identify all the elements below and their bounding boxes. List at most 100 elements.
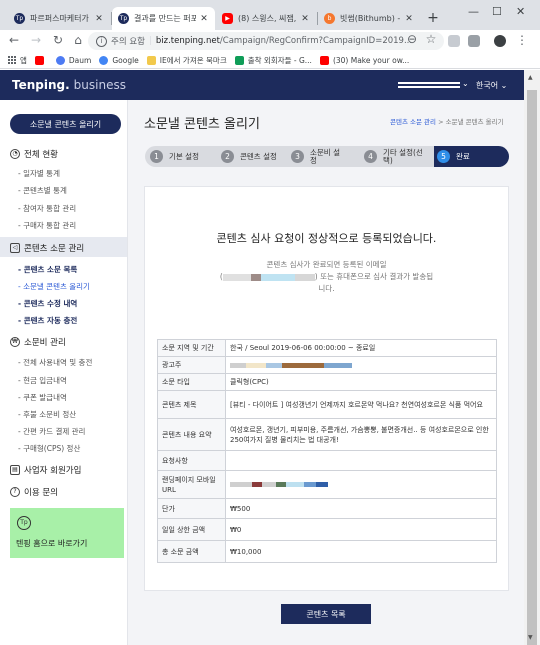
browser-menu-icon[interactable]: ⋮	[514, 33, 530, 47]
sidebar-section-inquiry[interactable]: ? 이용 문의	[10, 486, 58, 498]
sidebar-item[interactable]: - 후불 소문비 정산	[18, 409, 76, 420]
table-row: 총 소문 금액 ₩10,000	[157, 540, 497, 563]
profile-avatar-icon[interactable]	[494, 35, 506, 47]
new-tab-button[interactable]: +	[424, 9, 442, 27]
redacted-landing-url	[230, 482, 492, 488]
scroll-down-icon[interactable]: ▼	[528, 634, 533, 641]
bookmark-star-icon[interactable]: ☆	[423, 32, 439, 46]
back-icon[interactable]: ←	[6, 33, 22, 47]
breadcrumb-current: 소문낼 콘텐츠 올리기	[445, 118, 504, 126]
table-row: 단가 ₩500	[157, 498, 497, 519]
sidebar-item[interactable]: - 콘텐츠 소문 목록	[18, 264, 77, 275]
reload-icon[interactable]: ↻	[50, 33, 66, 47]
browser-tab[interactable]: b 빗썸(Bithumb) - 당 ✕	[318, 7, 420, 30]
content-list-button[interactable]: 콘텐츠 목록	[281, 604, 371, 624]
close-icon[interactable]: ✕	[94, 14, 104, 24]
browser-tab[interactable]: Tp 파르퍼스마케터가 ✕	[8, 7, 110, 30]
table-row: 일일 상한 금액 ₩0	[157, 518, 497, 541]
sidebar-section-business[interactable]: ▤ 사업자 회원가입	[10, 464, 81, 476]
close-icon[interactable]: ✕	[404, 14, 414, 24]
close-icon[interactable]: ✕	[199, 14, 209, 24]
home-icon[interactable]: ⌂	[70, 33, 86, 47]
sidebar-section-budget[interactable]: ₩ 소문비 관리	[10, 336, 66, 348]
section-label: 콘텐츠 소문 관리	[24, 244, 85, 254]
step-label: 기타 설정(선택)	[383, 147, 423, 165]
step-3: 3 소문비 설정	[291, 146, 361, 167]
sidebar-item[interactable]: - 간편 카드 결제 관리	[18, 426, 85, 437]
tenping-home-promo[interactable]: Tp 텐핑 홈으로 바로가기	[10, 508, 124, 558]
tenping-favicon-icon: Tp	[118, 13, 129, 24]
redacted-phone	[294, 273, 315, 281]
sidebar-item[interactable]: - 일자별 통계	[18, 168, 60, 179]
row-label: 랜딩페이지 모바일 URL	[157, 470, 226, 499]
bookmark-label: IE에서 가져온 북마크	[159, 55, 227, 65]
row-value-redacted	[225, 356, 497, 374]
forward-icon[interactable]: →	[28, 33, 44, 47]
sidebar-item[interactable]: - 쿠폰 발급내역	[18, 392, 67, 403]
sidebar-item[interactable]: - 구매형(CPS) 정산	[18, 443, 80, 454]
message-line: 니다.	[318, 284, 335, 293]
tab-title: 빗썸(Bithumb) - 당	[340, 14, 401, 23]
sidebar-item[interactable]: - 콘텐츠 수정 내역	[18, 298, 77, 309]
upload-content-button[interactable]: 소문낼 콘텐츠 올리기	[10, 114, 121, 134]
browser-toolbar: ← → ↻ ⌂ i 주의 요함 | biz.tenping.net /Campa…	[0, 30, 540, 52]
extension-shield-icon[interactable]	[448, 35, 460, 47]
sidebar-section-content[interactable]: ◁ 콘텐츠 소문 관리	[10, 242, 84, 254]
info-icon[interactable]: i	[96, 35, 107, 47]
sidebar-section-overview[interactable]: ◔ 전체 현황	[10, 148, 58, 160]
bookmark-apps[interactable]: 앱	[8, 55, 27, 66]
bithumb-favicon-icon: b	[324, 13, 335, 24]
bookmark-youtube-2[interactable]: (30) Make your ow...	[319, 55, 409, 65]
site-header: Tenping. business ⌄ 한국어 ⌄	[0, 70, 524, 100]
table-row: 콘텐츠 제목 [뷰티 - 다이어트 ] 여성갱년기 언제까지 호르몬약 먹나요? …	[157, 390, 497, 419]
tab-title: 결과를 만드는 퍼포	[134, 14, 196, 23]
sidebar-item-current[interactable]: - 소문낼 콘텐츠 올리기	[18, 281, 90, 292]
chevron-down-icon[interactable]: ⌄	[462, 79, 469, 88]
address-bar[interactable]: i 주의 요함 | biz.tenping.net /Campaign/RegC…	[88, 32, 444, 50]
bookmark-youtube[interactable]	[34, 55, 48, 65]
sidebar-item[interactable]: - 콘텐츠별 통계	[18, 185, 67, 196]
tab-title: (8) 스윙스, 씨잼, 코	[238, 14, 297, 23]
minimize-icon[interactable]: —	[468, 5, 479, 18]
bookmark-google[interactable]: Google	[99, 55, 139, 65]
close-window-icon[interactable]: ✕	[516, 5, 525, 18]
table-row: 요청사항	[157, 450, 497, 471]
bookmarks-bar: 앱 Daum Google IE에서 가져온 북마크 출착 외회자들 - G..…	[0, 52, 540, 69]
language-select[interactable]: 한국어 ⌄	[476, 80, 507, 91]
page-scrollbar[interactable]: ▲ ▼	[524, 70, 540, 645]
sidebar-item[interactable]: - 참여자 통합 관리	[18, 203, 76, 214]
table-row: 랜딩페이지 모바일 URL	[157, 470, 497, 499]
bookmark-sheets[interactable]: 출착 외회자들 - G...	[234, 55, 312, 66]
scrollbar-thumb[interactable]	[527, 90, 537, 645]
section-label: 전체 현황	[24, 150, 58, 160]
zoom-icon[interactable]: ⊖	[404, 32, 420, 46]
campaign-summary-table: 소문 지역 및 기간 한국 / Seoul 2019-06-06 00:00:00…	[157, 339, 497, 563]
browser-tab[interactable]: ▶ (8) 스윙스, 씨잼, 코 ✕	[216, 7, 316, 30]
bookmark-folder[interactable]: IE에서 가져온 북마크	[146, 55, 227, 66]
address-separator: |	[148, 36, 152, 46]
close-icon[interactable]: ✕	[300, 14, 310, 24]
row-label: 총 소문 금액	[157, 540, 226, 563]
sidebar-item[interactable]: - 현금 입금내역	[18, 375, 67, 386]
step-1: 1 기본 설정	[150, 146, 220, 167]
site-logo[interactable]: Tenping. business	[12, 78, 126, 92]
sidebar-item[interactable]: - 구매자 통합 관리	[18, 220, 76, 231]
browser-tab-active[interactable]: Tp 결과를 만드는 퍼포 ✕	[112, 7, 215, 30]
section-label: 이용 문의	[24, 488, 58, 498]
extension-icon[interactable]	[468, 35, 480, 47]
maximize-icon[interactable]: ☐	[492, 5, 502, 18]
sidebar-item[interactable]: - 전체 사용내역 및 충전	[18, 357, 92, 368]
scroll-up-icon[interactable]: ▲	[528, 74, 533, 81]
breadcrumb-link[interactable]: 콘텐츠 소문 관리	[390, 118, 436, 126]
step-number: 3	[291, 150, 304, 163]
language-label: 한국어	[476, 81, 499, 90]
row-label: 일일 상한 금액	[157, 518, 226, 541]
step-number: 4	[364, 150, 377, 163]
user-name-redacted[interactable]	[398, 82, 460, 88]
row-value: ₩500	[225, 498, 497, 519]
bookmark-daum[interactable]: Daum	[55, 55, 91, 65]
chevron-down-icon: ⌄	[500, 81, 508, 90]
dashboard-icon: ◔	[10, 149, 20, 159]
progress-steps: 1 기본 설정 2 콘텐츠 설정 3 소문비 설정 4 기타 설정(선택) 5 …	[145, 146, 509, 167]
sidebar-item[interactable]: - 콘텐츠 자동 충전	[18, 315, 77, 326]
